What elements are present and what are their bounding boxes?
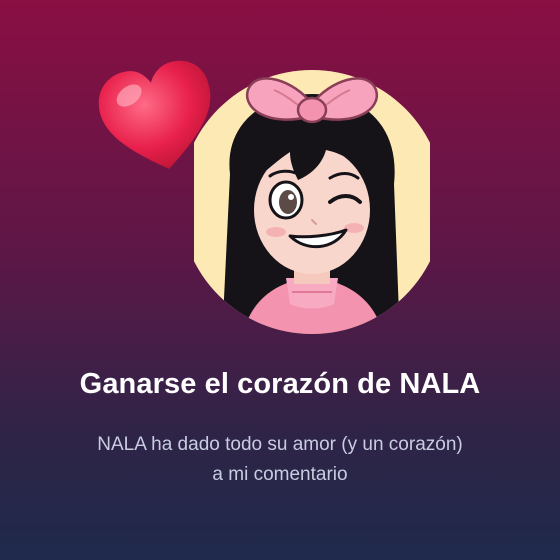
achievement-card: Ganarse el corazón de NALA NALA ha dado … (0, 0, 560, 560)
achievement-title: Ganarse el corazón de NALA (79, 368, 481, 400)
avatar (194, 64, 430, 340)
achievement-description: NALA ha dado todo su amor (y un corazón)… (97, 434, 463, 485)
nala-avatar-icon (194, 70, 430, 334)
heart-icon (98, 60, 211, 169)
